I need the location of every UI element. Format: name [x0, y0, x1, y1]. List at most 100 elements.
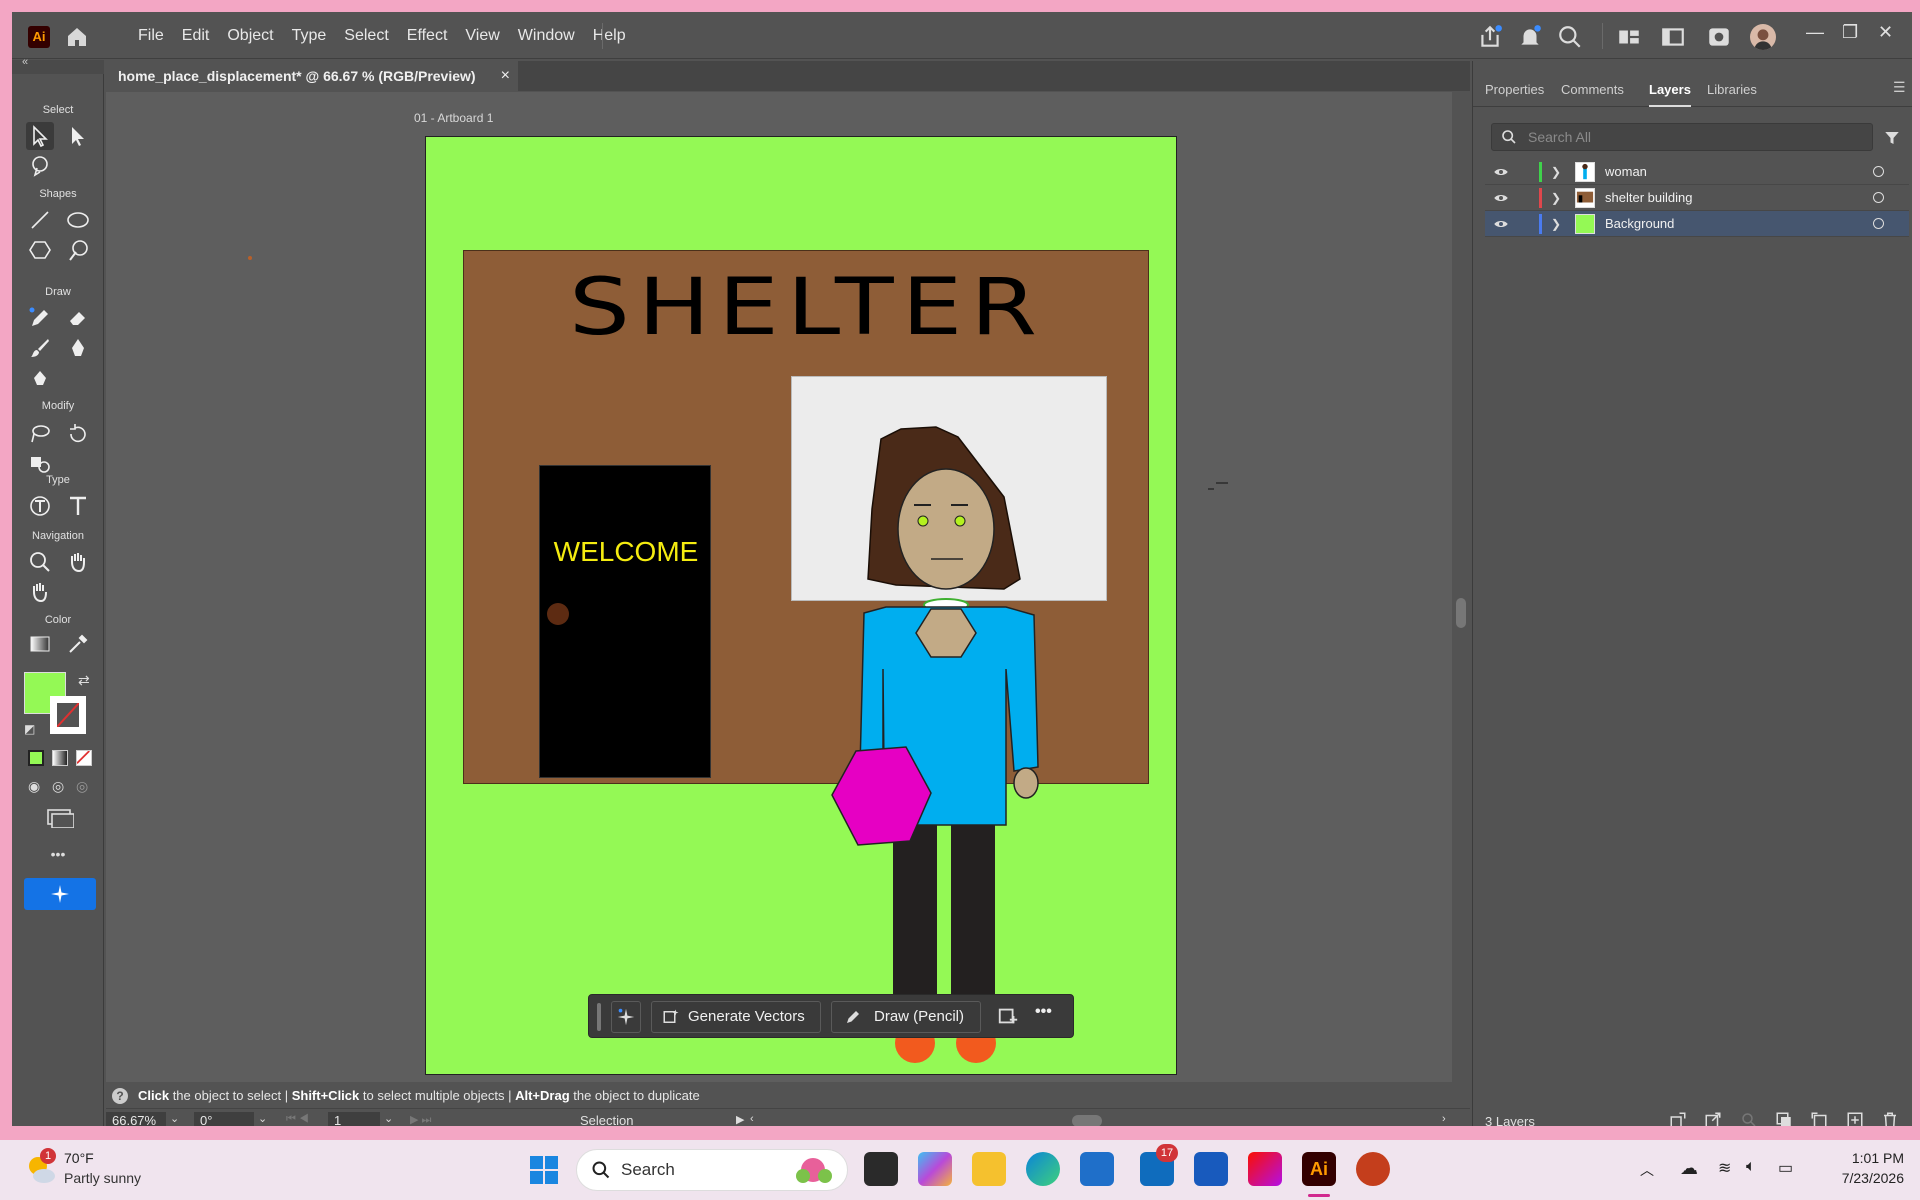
powerpoint-icon[interactable] [1356, 1152, 1390, 1186]
battery-icon[interactable]: ▭ [1778, 1158, 1793, 1178]
tab-properties[interactable]: Properties [1485, 73, 1544, 107]
menu-view[interactable]: View [456, 24, 508, 48]
menu-type[interactable]: Type [283, 24, 336, 48]
new-layer-icon[interactable] [1846, 1111, 1864, 1126]
home-icon[interactable] [64, 25, 90, 49]
gradient-mode-icon[interactable] [52, 750, 68, 766]
export-icon[interactable] [1704, 1111, 1722, 1126]
onedrive-icon[interactable]: ☁ [1680, 1158, 1698, 1179]
draw-inside-icon[interactable]: ◎ [76, 778, 88, 795]
expand-chevron-icon[interactable]: ❯ [1551, 159, 1561, 185]
magic-wand-icon[interactable] [26, 152, 54, 180]
share-icon[interactable] [1477, 24, 1503, 50]
notifications-icon[interactable] [1517, 24, 1543, 50]
arrange-documents-icon[interactable] [1660, 24, 1686, 50]
layer-row[interactable]: ❯ shelter building [1485, 185, 1909, 211]
minimize-icon[interactable]: — [1806, 22, 1824, 43]
artboard[interactable]: SHELTER WELCOME [425, 136, 1177, 1075]
layers-search-input[interactable]: Search All [1491, 123, 1873, 151]
close-window-icon[interactable]: ✕ [1878, 22, 1893, 43]
type-tool-icon[interactable] [64, 492, 92, 520]
artboard-number-field[interactable]: 1 [328, 1112, 380, 1126]
windows-start-icon[interactable] [528, 1154, 560, 1186]
generative-ai-button[interactable] [24, 878, 96, 910]
selection-tool-icon[interactable] [26, 122, 54, 150]
more-options-icon[interactable]: ••• [1035, 1003, 1052, 1021]
hand-tool-icon[interactable] [64, 548, 92, 576]
close-tab-icon[interactable]: × [501, 61, 510, 91]
workspace-icon[interactable] [1616, 24, 1642, 50]
visibility-eye-icon[interactable] [1493, 216, 1509, 232]
help-icon[interactable]: ? [112, 1088, 128, 1104]
pen-tool-icon[interactable] [64, 334, 92, 362]
toolbar-collapse-handle[interactable]: « [12, 56, 104, 74]
search-icon[interactable] [1557, 24, 1583, 50]
layer-target-icon[interactable] [1873, 192, 1884, 203]
swap-colors-icon[interactable]: ⇄ [78, 672, 90, 689]
plugins-icon[interactable] [1706, 24, 1732, 50]
woman-figure[interactable] [426, 137, 1177, 1075]
curvature-tool-icon[interactable] [26, 364, 54, 392]
eraser-tool-icon[interactable] [64, 304, 92, 332]
menu-edit[interactable]: Edit [173, 24, 219, 48]
rotation-dropdown-icon[interactable]: ⌄ [258, 1112, 267, 1125]
eyedropper-tool-icon[interactable] [64, 630, 92, 658]
menu-help[interactable]: Help [584, 24, 635, 48]
draw-pencil-button[interactable]: Draw (Pencil) [831, 1001, 981, 1033]
rotate-tool-icon[interactable] [64, 420, 92, 448]
menu-select[interactable]: Select [335, 24, 397, 48]
direct-selection-tool-icon[interactable] [64, 122, 92, 150]
scroll-left-arrow[interactable]: ‹ [750, 1113, 754, 1125]
vertical-scrollbar[interactable] [1452, 92, 1470, 1082]
clock-time[interactable]: 1:01 PM [1820, 1150, 1904, 1166]
color-mode-icon[interactable] [28, 750, 44, 766]
expand-chevron-icon[interactable]: ❯ [1551, 211, 1561, 237]
drag-handle[interactable] [597, 1003, 601, 1031]
delete-layer-icon[interactable] [1881, 1111, 1899, 1126]
rotation-field[interactable]: 0° [194, 1112, 254, 1126]
pencil-tool-icon[interactable] [26, 304, 54, 332]
horizontal-scroll-thumb[interactable] [1072, 1115, 1102, 1126]
zoom-dropdown-icon[interactable]: ⌄ [170, 1112, 179, 1125]
artboard-dropdown-icon[interactable]: ⌄ [384, 1112, 393, 1125]
status-menu-arrow[interactable]: ▶ [736, 1113, 744, 1126]
default-colors-icon[interactable]: ◩ [24, 722, 35, 736]
edge-browser-icon[interactable] [1026, 1152, 1060, 1186]
clipping-mask-icon[interactable] [1775, 1111, 1793, 1126]
document-tab[interactable]: home_place_displacement* @ 66.67 % (RGB/… [106, 61, 518, 91]
type-on-path-icon[interactable] [26, 492, 54, 520]
illustrator-taskbar-icon[interactable]: Ai [1302, 1152, 1336, 1186]
weather-icon[interactable]: 1 [24, 1148, 58, 1186]
generate-vectors-button[interactable]: Generate Vectors [651, 1001, 821, 1033]
tab-libraries[interactable]: Libraries [1707, 73, 1757, 107]
none-mode-icon[interactable] [76, 750, 92, 766]
taskbar-search-input[interactable]: Search [576, 1149, 848, 1191]
edit-toolbar-icon[interactable]: ••• [12, 846, 104, 862]
creative-cloud-icon[interactable] [1248, 1152, 1282, 1186]
m365-copilot-icon[interactable] [918, 1152, 952, 1186]
clock-date[interactable]: 7/23/2026 [1820, 1170, 1904, 1186]
zoom-field[interactable]: 66.67% [106, 1112, 166, 1126]
maximize-icon[interactable]: ❐ [1842, 22, 1858, 43]
visibility-eye-icon[interactable] [1493, 190, 1509, 206]
line-tool-icon[interactable] [26, 206, 54, 234]
scroll-right-arrow[interactable]: › [1442, 1113, 1446, 1125]
layer-target-icon[interactable] [1873, 218, 1884, 229]
filter-icon[interactable] [1883, 129, 1901, 147]
add-to-library-icon[interactable] [997, 1005, 1019, 1027]
last-artboard-icon[interactable]: ▶ ⏭ [410, 1113, 431, 1126]
draw-normal-icon[interactable]: ◉ [28, 778, 40, 795]
task-view-icon[interactable] [864, 1152, 898, 1186]
file-explorer-icon[interactable] [972, 1152, 1006, 1186]
word-icon[interactable] [1194, 1152, 1228, 1186]
rotate-view-icon[interactable] [26, 578, 54, 606]
polygon-tool-icon[interactable] [26, 236, 54, 264]
new-sublayer-icon[interactable] [1810, 1111, 1828, 1126]
paintbrush-tool-icon[interactable] [26, 334, 54, 362]
menu-window[interactable]: Window [509, 24, 584, 48]
menu-object[interactable]: Object [218, 24, 282, 48]
microsoft-store-icon[interactable] [1080, 1152, 1114, 1186]
visibility-eye-icon[interactable] [1493, 164, 1509, 180]
show-hidden-icons[interactable]: ︿ [1640, 1160, 1654, 1180]
menu-file[interactable]: File [124, 24, 173, 48]
